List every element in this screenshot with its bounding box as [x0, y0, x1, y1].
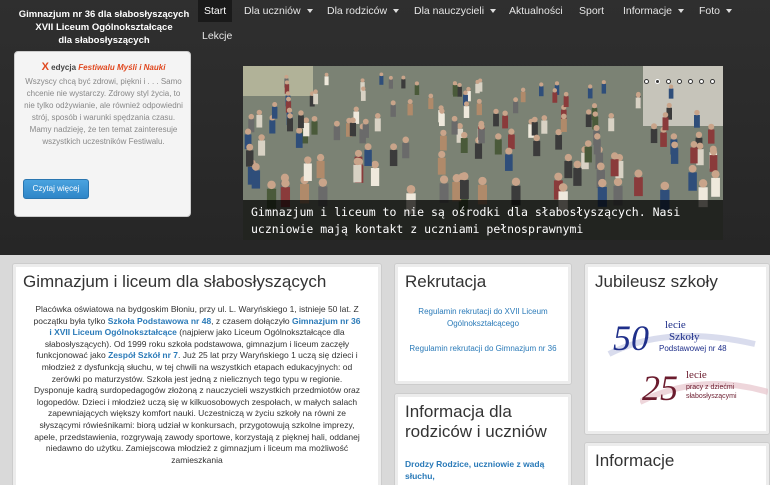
- logo25-slabo: słabosłyszącymi: [686, 393, 737, 400]
- promo-title: X edycja Festiwalu Myśli i Nauki: [15, 61, 192, 73]
- link-zespol-szkol-7[interactable]: Zespół Szkół nr 7: [108, 350, 178, 360]
- photo-slider[interactable]: Gimnazjum i liceum to nie są ośrodki dla…: [243, 66, 723, 240]
- recruitment-panel: Rekrutacja Regulamin rekrutacji do XVII …: [394, 263, 572, 385]
- brand-line-3: dla słabosłyszących: [58, 35, 150, 46]
- parents-info-title: Informacja dla rodziców i uczniów: [405, 402, 547, 441]
- recruitment-title: Rekrutacja: [405, 272, 487, 291]
- chevron-down-icon: [490, 9, 497, 14]
- jubilee-title: Jubileusz szkoły: [595, 272, 718, 291]
- slider-dot[interactable]: [710, 79, 715, 84]
- about-title: Gimnazjum i liceum dla słabosłyszących: [23, 272, 327, 291]
- nav-sport-label: Sport: [579, 5, 605, 17]
- slider-dot[interactable]: [699, 79, 704, 84]
- nav-start-label: Start: [204, 5, 227, 17]
- jubilee-panel: Jubileusz szkoły 50 lecie Szkoły Podstaw…: [584, 263, 770, 435]
- logo25-number: 25: [642, 368, 678, 408]
- nav-foto[interactable]: Foto: [699, 0, 733, 22]
- nav-dla-nauczycieli[interactable]: Dla nauczycieli: [414, 0, 497, 22]
- nav-foto-label: Foto: [699, 5, 721, 17]
- nav-dla-rodzicow[interactable]: Dla rodziców: [327, 0, 400, 22]
- info-title: Informacje: [595, 451, 675, 470]
- main-nav: Start Dla uczniów Dla rodziców Dla naucz…: [196, 0, 770, 50]
- nav-aktualnosci-label: Aktualności: [509, 5, 563, 17]
- about-panel: Gimnazjum i liceum dla słabosłyszących P…: [12, 263, 382, 485]
- nav-informacje[interactable]: Informacje: [623, 0, 685, 22]
- nav-lekcje-label: Lekcje: [202, 30, 233, 42]
- logo50-podstawowej: Podstawowej nr 48: [659, 344, 727, 353]
- slider-caption: Gimnazjum i liceum to nie są ośrodki dla…: [243, 200, 723, 240]
- logo50-lecie: lecie: [665, 319, 686, 331]
- link-regulamin-liceum[interactable]: Regulamin rekrutacji do XVII Liceum Ogól…: [405, 306, 561, 330]
- nav-informacje-label: Informacje: [623, 5, 673, 17]
- nav-start[interactable]: Start: [198, 0, 233, 22]
- about-text: Placówka oświatowa na bydgoskim Błoniu, …: [23, 304, 371, 466]
- nav-dla-uczniow-label: Dla uczniów: [244, 5, 301, 17]
- slider-dot[interactable]: [655, 79, 660, 84]
- about-text-2: , z czasem dołączyło: [211, 315, 292, 326]
- link-szkola-podstawowa-48[interactable]: Szkoła Podstawowa nr 48: [108, 316, 211, 326]
- logo50-number: 50: [613, 318, 649, 358]
- promo-festival-name: Festiwalu Myśli i Nauki: [78, 63, 166, 72]
- nav-sport[interactable]: Sport: [579, 0, 604, 22]
- promo-text: Wszyscy chcą być zdrowi, piękni i . . . …: [24, 77, 183, 146]
- link-regulamin-gimnazjum[interactable]: Regulamin rekrutacji do Gimnazjum nr 36: [405, 343, 561, 355]
- brand-line-2: XVII Liceum Ogólnokształcące: [35, 22, 173, 33]
- nav-aktualnosci[interactable]: Aktualności: [509, 0, 563, 22]
- nav-lekcje[interactable]: Lekcje: [202, 25, 232, 47]
- slider-dot[interactable]: [677, 79, 682, 84]
- slider-dot[interactable]: [644, 79, 649, 84]
- logo50-szkoly: Szkoły: [669, 331, 700, 343]
- logo25-pracy: pracy z dziećmi: [686, 384, 735, 391]
- festival-promo-card: X edycja Festiwalu Myśli i Nauki Wszyscy…: [14, 51, 191, 217]
- brand-line-1: Gimnazjum nr 36 dla słabosłyszących: [18, 9, 190, 20]
- promo-roman-numeral: X: [41, 61, 49, 73]
- slider-dot[interactable]: [666, 79, 671, 84]
- chevron-down-icon: [726, 9, 733, 14]
- chevron-down-icon: [393, 9, 400, 14]
- about-text-4: . Już 25 lat przy Waryńskiego 1 uczą się…: [34, 350, 360, 465]
- jubilee-25-logo[interactable]: 25 lecie pracy z dziećmi słabosłyszącymi: [640, 364, 768, 412]
- read-more-button[interactable]: Czytaj więcej: [23, 179, 89, 199]
- logo25-lecie: lecie: [686, 369, 707, 381]
- nav-dla-nauczycieli-label: Dla nauczycieli: [414, 5, 485, 17]
- slider-dot[interactable]: [688, 79, 693, 84]
- nav-dla-rodzicow-label: Dla rodziców: [327, 5, 388, 17]
- chevron-down-icon: [678, 9, 685, 14]
- header-bar: Gimnazjum nr 36 dla słabosłyszących XVII…: [0, 0, 770, 255]
- info-panel: Informacje: [584, 442, 770, 485]
- promo-edition: edycja: [51, 63, 77, 72]
- nav-dla-uczniow[interactable]: Dla uczniów: [244, 0, 313, 22]
- slider-dots: [638, 71, 715, 89]
- site-brand[interactable]: Gimnazjum nr 36 dla słabosłyszących XVII…: [14, 8, 194, 47]
- parents-info-panel: Informacja dla rodziców i uczniów Drodzy…: [394, 393, 572, 485]
- chevron-down-icon: [306, 9, 313, 14]
- jubilee-50-logo[interactable]: 50 lecie Szkoły Podstawowej nr 48: [607, 314, 757, 362]
- parents-info-lead[interactable]: Drodzy Rodzice, uczniowie z wadą słuchu,: [405, 458, 561, 482]
